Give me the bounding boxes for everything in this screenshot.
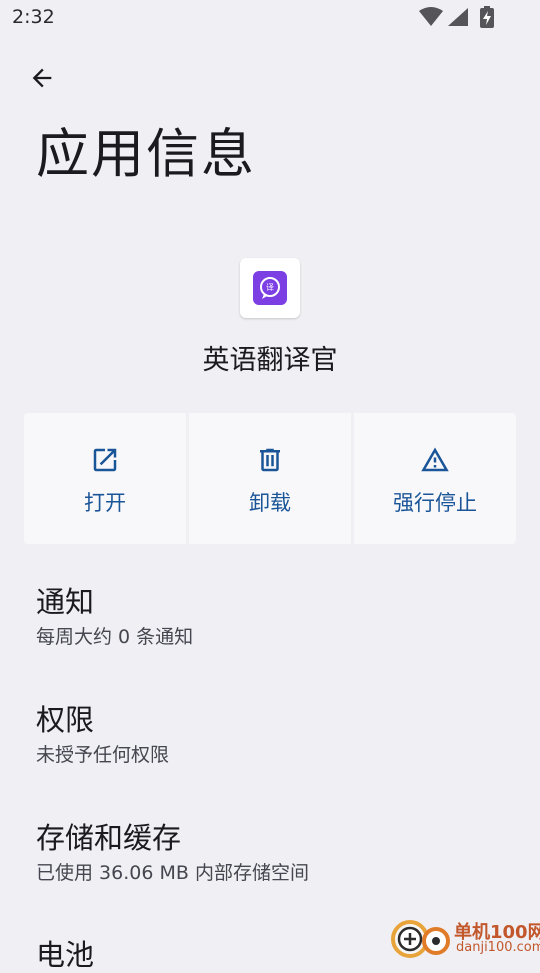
watermark-url: danji100.com	[456, 940, 540, 955]
force-stop-button-label: 强行停止	[393, 491, 477, 515]
warning-triangle-icon	[421, 447, 449, 472]
arrow-back-icon	[32, 68, 52, 88]
page-title: 应用信息	[36, 124, 256, 185]
open-external-icon	[93, 448, 117, 472]
setting-battery[interactable]: 电池	[36, 937, 94, 973]
status-bar: 2:32	[0, 0, 540, 36]
setting-title: 权限	[36, 703, 95, 737]
app-name: 英语翻译官	[202, 345, 338, 376]
app-icon: 译	[240, 258, 300, 318]
setting-title: 存储和缓存	[36, 821, 182, 855]
open-button-label: 打开	[84, 491, 126, 515]
force-stop-button[interactable]: 强行停止	[354, 413, 516, 544]
back-button[interactable]	[22, 58, 62, 98]
setting-permissions[interactable]: 权限 未授予任何权限	[36, 702, 169, 770]
action-buttons: 打开 卸载 强行停止	[24, 413, 516, 544]
setting-storage-cache[interactable]: 存储和缓存 已使用 36.06 MB 内部存储空间	[36, 820, 309, 888]
open-button[interactable]: 打开	[24, 413, 186, 544]
uninstall-button-label: 卸载	[249, 491, 291, 515]
battery-charging-icon	[480, 6, 494, 28]
setting-title: 电池	[36, 938, 95, 972]
svg-text:译: 译	[266, 283, 274, 292]
cellular-signal-icon	[448, 8, 468, 26]
status-time: 2:32	[12, 6, 55, 28]
watermark: 单机100网 danji100.com	[388, 916, 540, 960]
wifi-icon	[419, 7, 443, 26]
translator-app-icon: 译	[253, 271, 287, 305]
setting-summary: 每周大约 0 条通知	[36, 626, 194, 648]
setting-title: 通知	[36, 585, 95, 619]
setting-summary: 已使用 36.06 MB 内部存储空间	[36, 862, 309, 884]
watermark-logo-icon	[391, 920, 450, 958]
setting-notifications[interactable]: 通知 每周大约 0 条通知	[36, 584, 193, 652]
uninstall-button[interactable]: 卸载	[189, 413, 351, 544]
setting-summary: 未授予任何权限	[36, 744, 170, 766]
trash-icon	[260, 448, 280, 472]
